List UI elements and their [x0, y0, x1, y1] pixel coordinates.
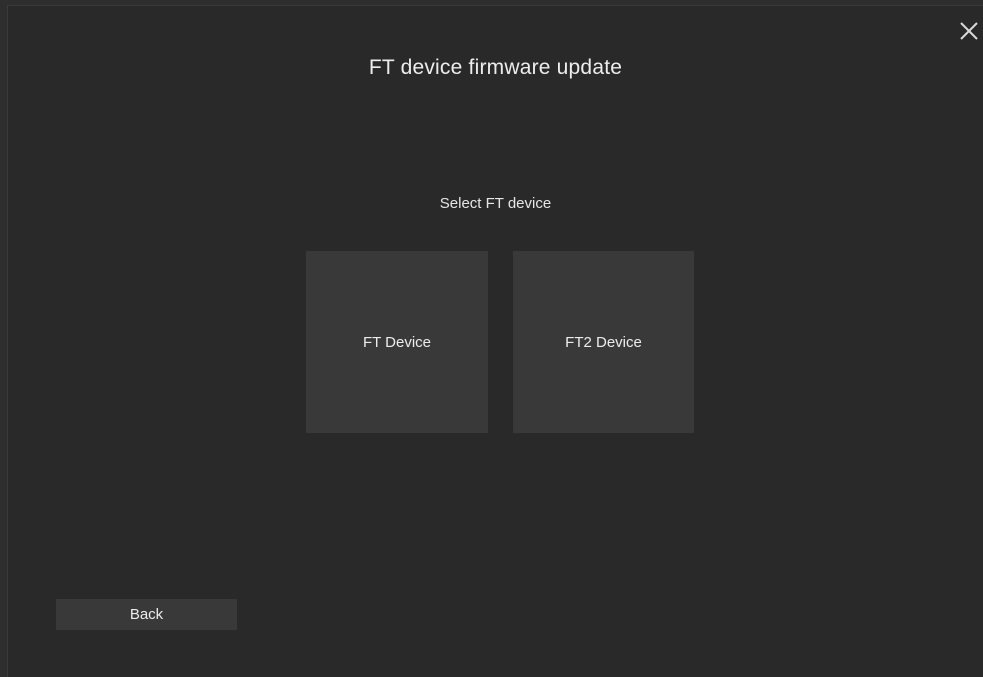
ft-device-button[interactable]: FT Device — [306, 251, 488, 433]
back-button[interactable]: Back — [56, 599, 237, 630]
back-button-label: Back — [129, 606, 164, 623]
dialog-title: FT device firmware update — [368, 56, 623, 79]
ft2-device-button[interactable]: FT2 Device — [513, 251, 694, 433]
close-button[interactable] — [958, 20, 980, 42]
select-device-label: Select FT device — [439, 195, 552, 212]
close-icon — [960, 22, 978, 40]
firmware-update-dialog: FT device firmware update Select FT devi… — [7, 5, 983, 677]
ft-device-label: FT Device — [362, 333, 432, 351]
ft2-device-label: FT2 Device — [565, 333, 642, 351]
